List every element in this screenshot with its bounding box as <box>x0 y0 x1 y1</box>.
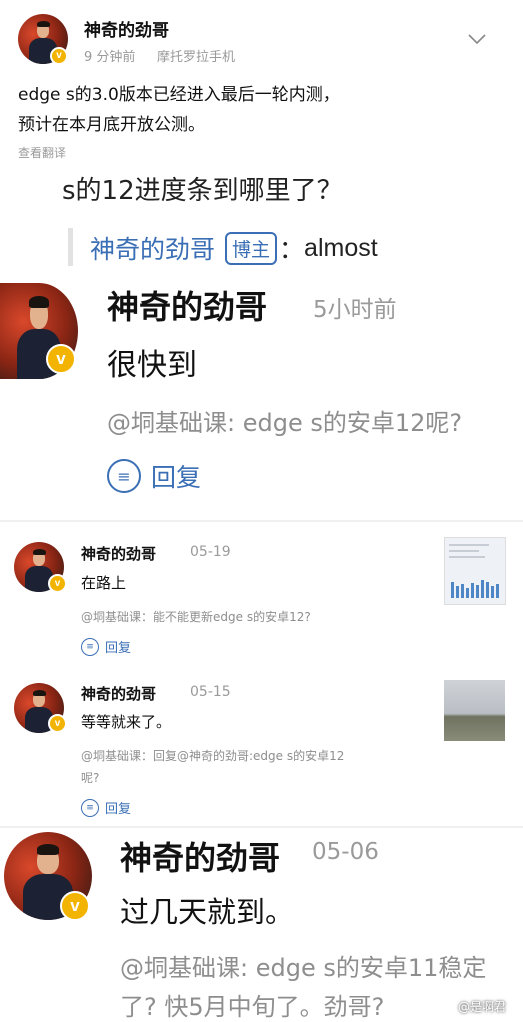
reply-bubble-icon: ≡ <box>81 798 99 817</box>
comment-4-quote-line-2: 了? 快5月中旬了。劲哥? <box>120 993 385 1021</box>
question-text: s的12进度条到哪里了？ <box>62 176 343 206</box>
comment-4-author[interactable]: 神奇的劲哥 <box>120 833 280 879</box>
comment-3-quote-line-1: @垌基础课：回复@神奇的劲哥:edge s的安卓12 <box>81 749 345 763</box>
comment-2-text: 在路上 <box>81 574 127 592</box>
comment-2-reply-label: 回复 <box>105 641 132 656</box>
reply-bubble-icon: ≡ <box>81 637 99 656</box>
comment-1-time: 5小时前 <box>313 297 397 323</box>
chevron-down-icon[interactable] <box>466 32 488 46</box>
comment-1-reply-label: 回复 <box>151 463 202 492</box>
comment-3-image-thumbnail[interactable] <box>444 680 505 741</box>
comment-1-quote: @垌基础课: edge s的安卓12呢? <box>107 409 463 437</box>
comment-1-text: 很快到 <box>107 348 197 383</box>
reply-bubble-icon: ≡ <box>107 459 141 493</box>
comment-1-author[interactable]: 神奇的劲哥 <box>107 282 267 328</box>
comment-2-reply-button[interactable]: ≡ 回复 <box>81 637 131 656</box>
comment-3-reply-label: 回复 <box>105 802 132 817</box>
post-time: 9 分钟前 <box>84 50 136 65</box>
comment-3-reply-button[interactable]: ≡ 回复 <box>81 798 131 817</box>
comment-4-text: 过几天就到。 <box>120 895 295 929</box>
post-text-line-2: 预计在本月底开放公测。 <box>18 115 205 135</box>
comment-3-quote-line-2: 呢? <box>81 771 100 785</box>
comment-3-time: 05-15 <box>190 684 231 700</box>
quote-bar <box>68 228 73 266</box>
blogger-reply-sep: ： <box>279 235 305 264</box>
verified-v-icon: v <box>48 714 67 733</box>
comment-4-time: 05-06 <box>312 839 379 865</box>
comment-2-author[interactable]: 神奇的劲哥 <box>81 543 156 564</box>
post-text-line-1: edge s的3.0版本已经进入最后一轮内测， <box>18 85 340 105</box>
comment-4-quote-line-1: @垌基础课: edge s的安卓11稳定 <box>120 954 487 982</box>
blogger-reply-text: almost <box>304 233 378 262</box>
blogger-badge: 博主 <box>225 231 278 265</box>
verified-v-icon: v <box>50 47 68 65</box>
comment-2-time: 05-19 <box>190 544 231 560</box>
divider <box>0 826 523 828</box>
post-author-name[interactable]: 神奇的劲哥 <box>84 16 169 41</box>
comment-3-author[interactable]: 神奇的劲哥 <box>81 683 156 704</box>
blogger-reply-author[interactable]: 神奇的劲哥 <box>90 230 215 266</box>
comment-2-image-thumbnail[interactable] <box>444 537 506 605</box>
watermark: @是啊君 <box>458 1000 507 1014</box>
chart-thumbnail-icon <box>449 544 499 598</box>
verified-v-icon: v <box>46 344 76 374</box>
comment-1-reply-button[interactable]: ≡ 回复 <box>107 458 201 494</box>
verified-v-icon: v <box>60 891 90 921</box>
divider <box>0 520 523 522</box>
comment-2-quote: @垌基础课：能不能更新edge s的安卓12? <box>81 610 311 624</box>
verified-v-icon: v <box>48 574 67 593</box>
comment-3-text: 等等就来了。 <box>81 713 172 731</box>
blogger-reply: 神奇的劲哥 博主 ： almost <box>90 230 378 266</box>
translate-link[interactable]: 查看翻译 <box>18 144 66 161</box>
post-device: 摩托罗拉手机 <box>157 50 236 65</box>
